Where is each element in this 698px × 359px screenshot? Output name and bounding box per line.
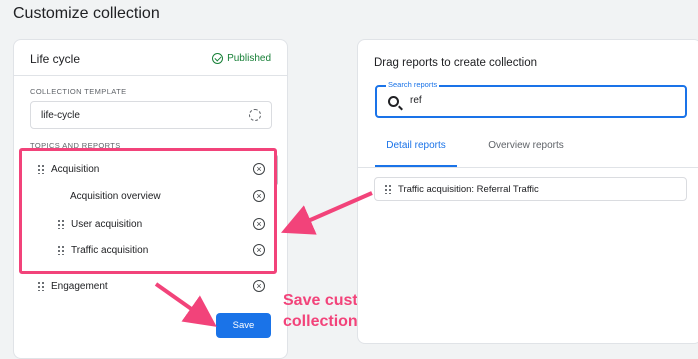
- remove-icon[interactable]: ×: [253, 163, 265, 175]
- status-badge: Published: [212, 53, 271, 64]
- topic-label: Engagement: [51, 280, 108, 292]
- remove-icon[interactable]: ×: [253, 244, 265, 256]
- loading-icon: [249, 109, 261, 121]
- scrollbar[interactable]: [274, 155, 278, 185]
- check-circle-icon: [212, 53, 224, 64]
- report-item-traffic-acquisition[interactable]: Traffic acquisition ×: [37, 237, 287, 263]
- status-badge-label: Published: [227, 53, 271, 64]
- drag-handle-icon[interactable]: [57, 245, 65, 255]
- report-label: User acquisition: [71, 218, 143, 230]
- template-field[interactable]: life-cycle: [30, 101, 272, 129]
- report-item-acquisition-overview[interactable]: Acquisition overview ×: [37, 183, 287, 209]
- search-value: ref: [410, 95, 422, 106]
- save-button[interactable]: Save: [216, 313, 271, 338]
- search-label: Search reports: [386, 80, 440, 89]
- drag-handle-icon[interactable]: [37, 164, 45, 174]
- template-value: life-cycle: [41, 109, 80, 121]
- drag-handle-icon[interactable]: [384, 184, 392, 194]
- remove-icon[interactable]: ×: [253, 280, 265, 292]
- topic-item-engagement[interactable]: Engagement ×: [37, 273, 287, 299]
- page-title: Customize collection: [13, 5, 160, 22]
- report-label: Traffic acquisition: [71, 244, 149, 256]
- search-icon: [388, 96, 399, 107]
- search-result-item[interactable]: Traffic acquisition: Referral Traffic: [374, 177, 687, 201]
- drag-handle-icon[interactable]: [57, 219, 65, 229]
- drag-handle-icon[interactable]: [37, 281, 45, 291]
- report-library-panel: Drag reports to create collection Search…: [357, 39, 698, 344]
- template-section-label: COLLECTION TEMPLATE: [30, 87, 127, 96]
- topic-label: Acquisition: [51, 163, 100, 175]
- report-label: Traffic acquisition: Referral Traffic: [398, 183, 539, 195]
- search-reports-input[interactable]: Search reports ref: [375, 80, 687, 118]
- divider: [14, 75, 287, 76]
- topics-section-label: TOPICS AND REPORTS: [30, 141, 121, 150]
- report-label: Acquisition overview: [70, 190, 161, 202]
- collection-editor-panel: Life cycle Published COLLECTION TEMPLATE…: [13, 39, 288, 359]
- tab-overview-reports[interactable]: Overview reports: [476, 140, 576, 151]
- report-item-user-acquisition[interactable]: User acquisition ×: [37, 211, 287, 237]
- topics-list: Acquisition × Acquisition overview × Use…: [24, 153, 278, 273]
- remove-icon[interactable]: ×: [253, 190, 265, 202]
- remove-icon[interactable]: ×: [253, 218, 265, 230]
- divider: [358, 167, 698, 168]
- tab-detail-reports[interactable]: Detail reports: [375, 140, 457, 151]
- topic-item-acquisition[interactable]: Acquisition ×: [37, 156, 287, 182]
- collection-name: Life cycle: [30, 52, 81, 66]
- panel-title: Drag reports to create collection: [374, 57, 537, 69]
